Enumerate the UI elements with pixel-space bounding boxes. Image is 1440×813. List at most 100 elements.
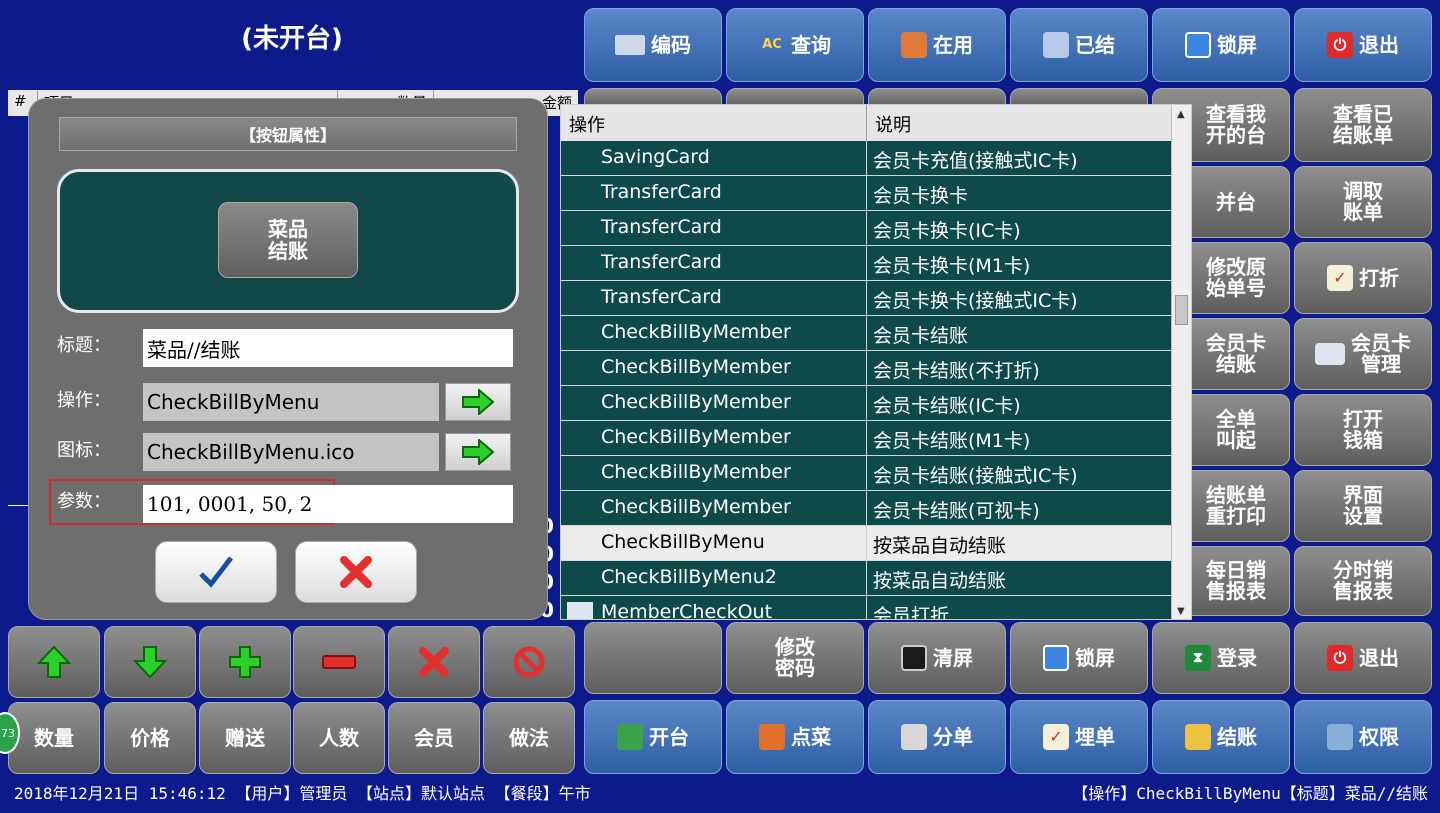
order-dish-button[interactable]: 点菜 — [726, 700, 864, 774]
preview-button[interactable]: 菜品 结账 — [218, 202, 358, 278]
ui-settings-button[interactable]: 界面 设置 — [1294, 470, 1432, 542]
down-arrow-icon — [133, 646, 167, 679]
lock-screen-button[interactable]: 锁屏 — [1152, 8, 1290, 82]
operation-desc: 按菜品自动结账 — [873, 535, 1007, 557]
operation-name: CheckBillByMember — [561, 421, 867, 455]
view-settled-bills-label: 查看已 结账单 — [1333, 102, 1393, 147]
list-item[interactable]: CheckBillByMember 会员卡结账(接触式IC卡) — [561, 456, 1191, 491]
price-button[interactable]: 价格 — [104, 702, 196, 774]
list-item[interactable]: CheckBillByMember 会员卡结账(M1卡) — [561, 421, 1191, 456]
operation-desc: 按菜品自动结账 — [873, 570, 1007, 592]
bill-button[interactable]: ✓ 埋单 — [1010, 700, 1148, 774]
minus-icon — [322, 655, 356, 669]
operation-select-button[interactable] — [445, 383, 511, 421]
guests-button[interactable]: 人数 — [293, 702, 385, 774]
login-label: 登录 — [1217, 645, 1257, 670]
abc-search-icon: AC — [762, 37, 782, 52]
clear-screen-button[interactable]: 清屏 — [868, 622, 1006, 694]
list-item[interactable]: TransferCard 会员卡换卡(接触式IC卡) — [561, 281, 1191, 316]
blank-button[interactable] — [584, 622, 722, 694]
confirm-button[interactable] — [155, 541, 277, 603]
operation-field[interactable]: CheckBillByMenu — [143, 383, 439, 421]
delete-button[interactable] — [388, 626, 480, 698]
lock-screen-button-2[interactable]: 锁屏 — [1010, 622, 1148, 694]
open-table-button[interactable]: 开台 — [584, 700, 722, 774]
open-cash-drawer-button[interactable]: 打开 钱箱 — [1294, 394, 1432, 466]
title-field[interactable]: 菜品//结账 — [143, 329, 513, 367]
permission-icon — [1327, 724, 1353, 750]
operation-desc: 会员卡结账 — [873, 325, 969, 347]
bill-icon: ✓ — [1043, 724, 1069, 750]
cancel-button[interactable] — [295, 541, 417, 603]
computer-icon — [901, 645, 927, 671]
button-properties-dialog: 【按钮属性】 菜品 结账 标题： 菜品//结账 操作： CheckBillByM… — [28, 98, 548, 620]
scroll-thumb[interactable] — [1175, 295, 1188, 325]
icon-field[interactable]: CheckBillByMenu.ico — [143, 433, 439, 471]
icon-select-button[interactable] — [445, 433, 511, 471]
open-table-label: 开台 — [649, 724, 689, 749]
list-item[interactable]: MemberCheckOut 会员打折 — [561, 596, 1191, 619]
checkmark-icon — [199, 556, 233, 588]
param-label: 参数： — [57, 491, 111, 512]
discount-button[interactable]: ✓ 打折 — [1294, 242, 1432, 314]
gift-button[interactable]: 赠送 — [199, 702, 291, 774]
operation-desc: 会员卡换卡(接触式IC卡) — [873, 290, 1078, 312]
settled-button[interactable]: 已结 — [1010, 8, 1148, 82]
checkout-button[interactable]: 结账 — [1152, 700, 1290, 774]
list-item[interactable]: TransferCard 会员卡换卡(IC卡) — [561, 211, 1191, 246]
retrieve-bill-button[interactable]: 调取 账单 — [1294, 166, 1432, 238]
cancel-icon — [513, 646, 545, 678]
scroll-up-icon[interactable]: ▲ — [1177, 109, 1185, 120]
move-up-button[interactable] — [8, 626, 100, 698]
list-item[interactable]: CheckBillByMenu2 按菜品自动结账 — [561, 561, 1191, 596]
subtract-button[interactable] — [293, 626, 385, 698]
change-password-button[interactable]: 修改 密码 — [726, 622, 864, 694]
operation-name: TransferCard — [561, 176, 867, 210]
member-card-management-button[interactable]: 会员卡 管理 — [1294, 318, 1432, 390]
permission-button[interactable]: 权限 — [1294, 700, 1432, 774]
in-use-button-label: 在用 — [933, 32, 973, 57]
list-item[interactable]: TransferCard 会员卡换卡(M1卡) — [561, 246, 1191, 281]
search-button[interactable]: AC 查询 — [726, 8, 864, 82]
exit-button[interactable]: ⏻ 退出 — [1294, 8, 1432, 82]
split-bill-label: 分单 — [933, 724, 973, 749]
clipboard-check-icon: ✓ — [1327, 265, 1353, 291]
list-item[interactable]: TransferCard 会员卡换卡 — [561, 176, 1191, 211]
member-card-icon — [567, 602, 593, 619]
call-all-label: 全单 叫起 — [1216, 407, 1256, 452]
list-item-selected[interactable]: CheckBillByMenu 按菜品自动结账 — [561, 526, 1191, 561]
split-bill-button[interactable]: 分单 — [868, 700, 1006, 774]
status-right: 【操作】CheckBillByMenu【标题】菜品//结账 — [1072, 784, 1428, 803]
member-button[interactable]: 会员 — [388, 702, 480, 774]
scroll-down-icon[interactable]: ▼ — [1177, 606, 1185, 617]
void-button[interactable] — [483, 626, 575, 698]
split-bill-icon — [901, 724, 927, 750]
code-button[interactable]: 编码 — [584, 8, 722, 82]
operation-name: CheckBillByMember — [561, 351, 867, 385]
gift-label: 赠送 — [225, 725, 265, 750]
operation-name: TransferCard — [561, 246, 867, 280]
order-dish-label: 点菜 — [791, 724, 831, 749]
list-item[interactable]: CheckBillByMember 会员卡结账(不打折) — [561, 351, 1191, 386]
hourly-sales-report-button[interactable]: 分时销 售报表 — [1294, 546, 1432, 616]
clear-screen-label: 清屏 — [933, 645, 973, 670]
list-item[interactable]: CheckBillByMember 会员卡结账 — [561, 316, 1191, 351]
in-use-button[interactable]: 在用 — [868, 8, 1006, 82]
scrollbar[interactable]: ▲ ▼ — [1171, 105, 1191, 619]
view-settled-bills-button[interactable]: 查看已 结账单 — [1294, 88, 1432, 162]
list-item[interactable]: CheckBillByMember 会员卡结账(IC卡) — [561, 386, 1191, 421]
cooking-method-button[interactable]: 做法 — [483, 702, 575, 774]
param-field[interactable]: 101, 0001, 50, 2 — [143, 485, 513, 523]
operation-desc: 会员卡结账(M1卡) — [873, 430, 1031, 452]
add-button[interactable] — [199, 626, 291, 698]
operations-list[interactable]: 操作 说明 SavingCard 会员卡充值(接触式IC卡) TransferCa… — [560, 104, 1192, 620]
guests-label: 人数 — [319, 725, 359, 750]
table-settled-icon — [1043, 32, 1069, 58]
list-item[interactable]: CheckBillByMember 会员卡结账(可视卡) — [561, 491, 1191, 526]
exit-button-2[interactable]: ⏻ 退出 — [1294, 622, 1432, 694]
settled-button-label: 已结 — [1075, 32, 1115, 57]
quantity-button[interactable]: 数量 — [8, 702, 100, 774]
move-down-button[interactable] — [104, 626, 196, 698]
list-item[interactable]: SavingCard 会员卡充值(接触式IC卡) — [561, 141, 1191, 176]
login-button[interactable]: ⧗ 登录 — [1152, 622, 1290, 694]
